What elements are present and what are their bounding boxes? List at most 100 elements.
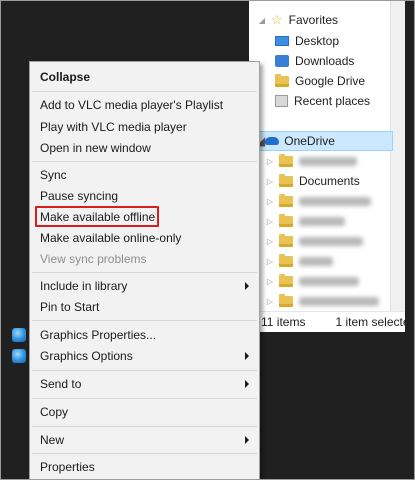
menu-item-send-to[interactable]: Send to: [30, 373, 259, 395]
blurred-folder-name: [299, 156, 357, 166]
google-drive-folder-icon: [275, 73, 289, 87]
nav-folder-row[interactable]: ▷: [265, 191, 371, 211]
expand-arrow-icon[interactable]: ▷: [265, 197, 275, 206]
folder-icon: [279, 273, 293, 287]
submenu-arrow-icon: [245, 352, 249, 360]
menu-item-label: Send to: [40, 377, 82, 391]
folder-icon: [279, 173, 293, 187]
menu-item-make-available-online-only[interactable]: Make available online-only: [30, 227, 259, 249]
menu-separator: [32, 453, 257, 454]
graphics-icon: [12, 328, 26, 342]
recent-places-icon: [275, 95, 288, 107]
nav-folder-row[interactable]: ▷: [265, 151, 357, 171]
menu-item-sync[interactable]: Sync: [30, 164, 259, 186]
graphics-icon: [12, 349, 26, 363]
menu-item-label: Open in new window: [40, 141, 151, 155]
blurred-folder-name: [299, 256, 333, 266]
highlight-annotation-box: [35, 206, 159, 227]
menu-item-label: Include in library: [40, 279, 128, 293]
nav-item-downloads[interactable]: Downloads: [275, 51, 354, 71]
nav-folder-documents[interactable]: ▷ Documents: [265, 171, 360, 191]
menu-item-label: Graphics Properties...: [40, 328, 157, 342]
screenshot-frame: ◢ ☆ Favorites Desktop Downloads Google D…: [0, 0, 415, 480]
nav-item-desktop[interactable]: Desktop: [275, 31, 339, 51]
menu-item-view-sync-problems: View sync problems: [30, 248, 259, 270]
menu-item-label: Graphics Options: [40, 349, 133, 363]
nav-item-label: Google Drive: [295, 74, 366, 88]
blurred-folder-name: [299, 236, 363, 246]
expand-arrow-icon[interactable]: ▷: [265, 297, 275, 306]
menu-item-play-vlc[interactable]: Play with VLC media player: [30, 116, 259, 138]
status-item-count: 11 items: [261, 315, 306, 329]
onedrive-cloud-icon: [265, 137, 280, 145]
menu-item-collapse[interactable]: Collapse: [30, 66, 259, 88]
expand-arrow-icon[interactable]: ▷: [265, 277, 275, 286]
collapse-arrow-icon[interactable]: ◢: [257, 16, 267, 25]
menu-item-label: Make available online-only: [40, 231, 182, 245]
folder-icon: [279, 293, 293, 307]
nav-documents-label: Documents: [299, 174, 360, 188]
menu-item-open-new-window[interactable]: Open in new window: [30, 137, 259, 159]
nav-item-label: Downloads: [295, 54, 355, 68]
menu-item-pin-to-start[interactable]: Pin to Start: [30, 296, 259, 318]
menu-item-label: Sync: [40, 168, 67, 182]
expand-arrow-icon[interactable]: ▷: [265, 217, 275, 226]
nav-item-label: Recent places: [294, 94, 371, 108]
blurred-folder-name: [299, 196, 371, 206]
blurred-folder-name: [299, 276, 359, 286]
nav-favorites-label: Favorites: [288, 13, 339, 27]
menu-item-label: Properties: [40, 460, 95, 474]
menu-item-copy[interactable]: Copy: [30, 401, 259, 423]
blurred-folder-name: [299, 296, 379, 306]
submenu-arrow-icon: [245, 282, 249, 290]
menu-item-label: Play with VLC media player: [40, 120, 187, 134]
menu-separator: [32, 398, 257, 399]
menu-separator: [32, 91, 257, 92]
menu-item-pause-syncing[interactable]: Pause syncing: [30, 185, 259, 207]
menu-item-label: View sync problems: [40, 252, 147, 266]
menu-separator: [32, 161, 257, 162]
menu-item-label: Collapse: [40, 70, 91, 84]
expand-arrow-icon[interactable]: ▷: [265, 157, 275, 166]
folder-icon: [279, 253, 293, 267]
menu-item-new[interactable]: New: [30, 429, 259, 451]
menu-item-label: Pin to Start: [40, 300, 100, 314]
explorer-status-bar: 11 items 1 item selected: [249, 311, 414, 332]
nav-onedrive-label: OneDrive: [284, 134, 335, 148]
expand-arrow-icon[interactable]: ▷: [265, 237, 275, 246]
nav-item-label: Desktop: [295, 34, 340, 48]
menu-item-graphics-options[interactable]: Graphics Options: [12, 345, 259, 367]
expand-arrow-icon[interactable]: ▷: [265, 177, 275, 186]
nav-favorites[interactable]: ◢ ☆ Favorites: [257, 10, 338, 30]
menu-item-add-vlc-playlist[interactable]: Add to VLC media player's Playlist: [30, 94, 259, 116]
menu-item-label: Add to VLC media player's Playlist: [40, 98, 224, 112]
nav-item-google-drive[interactable]: Google Drive: [275, 71, 365, 91]
menu-item-properties[interactable]: Properties: [30, 456, 259, 478]
nav-folder-row[interactable]: ▷: [265, 291, 379, 311]
menu-item-label: Pause syncing: [40, 189, 119, 203]
nav-folder-row[interactable]: ▷: [265, 211, 345, 231]
folder-icon: [279, 193, 293, 207]
submenu-arrow-icon: [245, 436, 249, 444]
menu-item-label: New: [40, 433, 65, 447]
expand-arrow-icon[interactable]: ▷: [265, 257, 275, 266]
folder-icon: [279, 153, 293, 167]
menu-item-include-in-library[interactable]: Include in library: [30, 275, 259, 297]
blurred-folder-name: [299, 216, 345, 226]
menu-separator: [32, 426, 257, 427]
star-icon: ☆: [271, 12, 283, 27]
nav-folder-row[interactable]: ▷: [265, 251, 333, 271]
desktop-icon: [275, 36, 289, 46]
menu-separator: [32, 370, 257, 371]
nav-pane-scrollbar[interactable]: [390, 1, 405, 311]
nav-item-recent-places[interactable]: Recent places: [275, 91, 370, 111]
explorer-nav-pane: ◢ ☆ Favorites Desktop Downloads Google D…: [249, 1, 405, 331]
nav-folder-row[interactable]: ▷: [265, 231, 363, 251]
menu-separator: [32, 320, 257, 321]
downloads-icon: [275, 55, 289, 67]
menu-separator: [32, 272, 257, 273]
folder-icon: [279, 233, 293, 247]
menu-item-graphics-properties[interactable]: Graphics Properties...: [12, 324, 259, 346]
nav-onedrive[interactable]: ◢ OneDrive: [255, 131, 393, 151]
nav-folder-row[interactable]: ▷: [265, 271, 359, 291]
